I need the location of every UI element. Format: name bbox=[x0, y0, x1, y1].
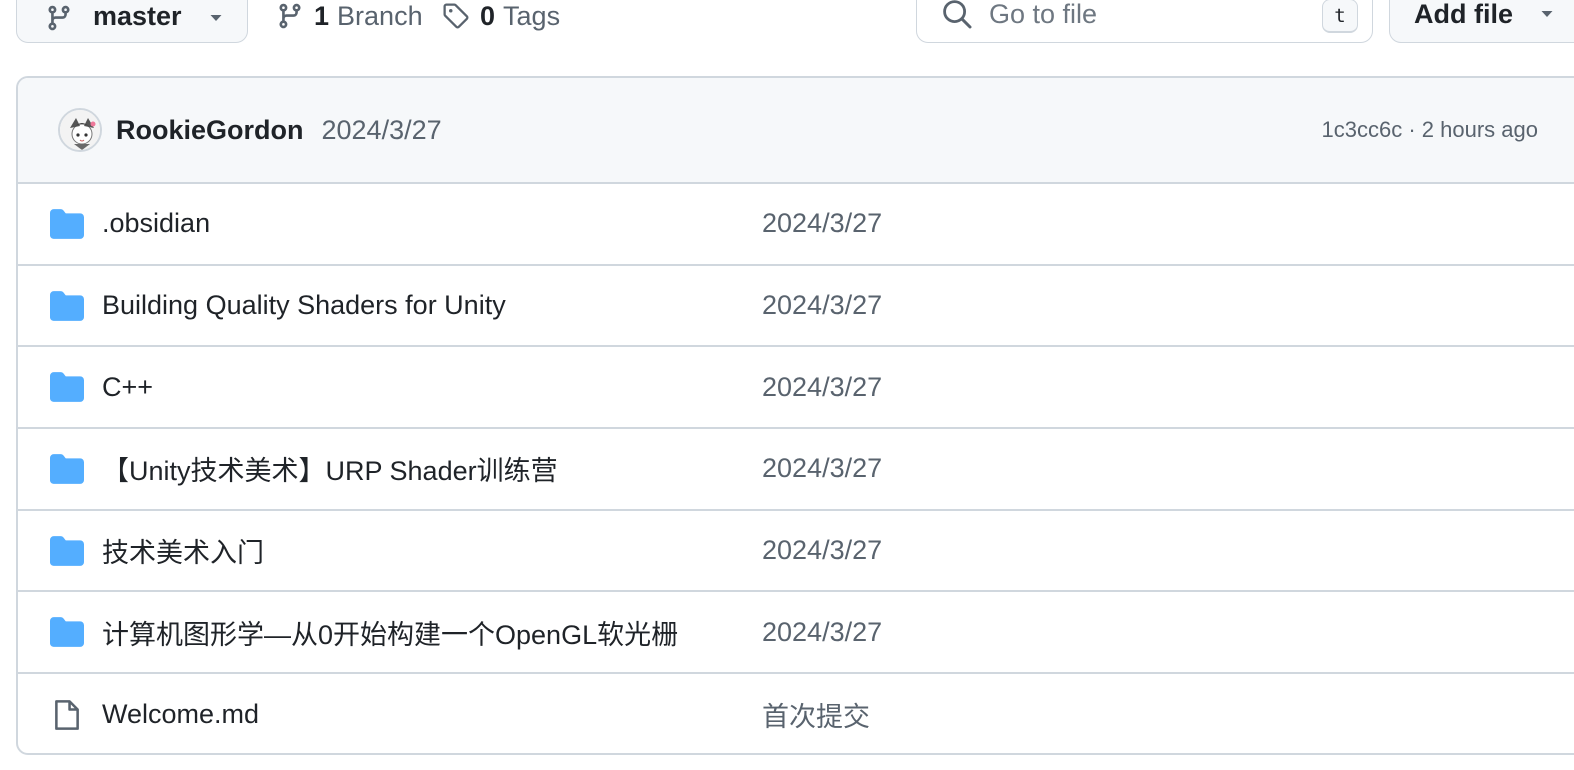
folder-icon bbox=[50, 454, 84, 484]
folder-icon bbox=[50, 372, 84, 403]
branches-count: 1 bbox=[314, 0, 330, 31]
go-to-file-input[interactable] bbox=[989, 0, 1309, 30]
file-row[interactable]: Welcome.md 首次提交 bbox=[18, 674, 1574, 753]
tags-count: 0 bbox=[480, 0, 496, 31]
file-name-link[interactable]: Building Quality Shaders for Unity bbox=[102, 290, 506, 321]
folder-icon bbox=[50, 290, 84, 321]
file-row[interactable]: 【Unity技术美术】URP Shader训练营 2024/3/27 bbox=[18, 429, 1574, 511]
file-name-link[interactable]: 技术美术入门 bbox=[102, 531, 264, 570]
caret-down-icon bbox=[210, 15, 222, 21]
git-branch-icon bbox=[48, 5, 70, 31]
search-icon bbox=[943, 0, 972, 29]
branch-select-button[interactable]: master bbox=[16, 0, 248, 43]
tags-link[interactable]: 0 Tags bbox=[442, 0, 560, 36]
file-table: RookieGordon 2024/3/27 1c3cc6c · 2 hours… bbox=[16, 76, 1574, 755]
file-name-link[interactable]: C++ bbox=[102, 372, 153, 403]
file-commit-message[interactable]: 2024/3/27 bbox=[762, 617, 882, 648]
commit-author-link[interactable]: RookieGordon bbox=[116, 115, 304, 146]
tags-label: Tags bbox=[503, 0, 561, 31]
folder-icon bbox=[50, 208, 84, 239]
file-commit-message[interactable]: 2024/3/27 bbox=[762, 208, 882, 239]
branches-label: Branch bbox=[337, 0, 423, 31]
file-commit-message[interactable]: 2024/3/27 bbox=[762, 290, 882, 321]
add-file-label: Add file bbox=[1414, 0, 1513, 29]
file-commit-message[interactable]: 2024/3/27 bbox=[762, 535, 882, 566]
file-name-link[interactable]: Welcome.md bbox=[102, 699, 259, 730]
add-file-button[interactable]: Add file bbox=[1389, 0, 1574, 43]
avatar-image-icon bbox=[60, 110, 100, 150]
go-to-file-search[interactable]: t bbox=[916, 0, 1373, 43]
file-icon bbox=[55, 700, 79, 730]
file-row[interactable]: C++ 2024/3/27 bbox=[18, 347, 1574, 430]
commit-sha-time[interactable]: 1c3cc6c · 2 hours ago bbox=[1322, 117, 1538, 143]
branch-name: master bbox=[93, 1, 182, 31]
file-name-link[interactable]: 计算机图形学—从0开始构建一个OpenGL软光栅 bbox=[102, 613, 678, 652]
file-commit-message[interactable]: 2024/3/27 bbox=[762, 372, 882, 403]
folder-icon bbox=[50, 535, 84, 566]
file-commit-message[interactable]: 首次提交 bbox=[762, 695, 870, 734]
git-branch-icon bbox=[279, 3, 301, 29]
branches-link[interactable]: 1 Branch bbox=[276, 0, 423, 36]
file-commit-message[interactable]: 2024/3/27 bbox=[762, 453, 882, 484]
file-row[interactable]: .obsidian 2024/3/27 bbox=[18, 184, 1574, 266]
file-name-link[interactable]: .obsidian bbox=[102, 208, 210, 239]
latest-commit-header: RookieGordon 2024/3/27 1c3cc6c · 2 hours… bbox=[18, 78, 1574, 184]
file-row[interactable]: Building Quality Shaders for Unity 2024/… bbox=[18, 266, 1574, 348]
caret-down-icon bbox=[1541, 11, 1553, 17]
tag-icon bbox=[443, 3, 469, 29]
file-name-link[interactable]: 【Unity技术美术】URP Shader训练营 bbox=[102, 449, 558, 488]
keyboard-shortcut-hint: t bbox=[1322, 0, 1358, 33]
file-row[interactable]: 技术美术入门 2024/3/27 bbox=[18, 511, 1574, 593]
folder-icon bbox=[50, 617, 84, 648]
file-row[interactable]: 计算机图形学—从0开始构建一个OpenGL软光栅 2024/3/27 bbox=[18, 592, 1574, 675]
avatar[interactable] bbox=[58, 108, 102, 152]
commit-message-link[interactable]: 2024/3/27 bbox=[322, 115, 442, 146]
